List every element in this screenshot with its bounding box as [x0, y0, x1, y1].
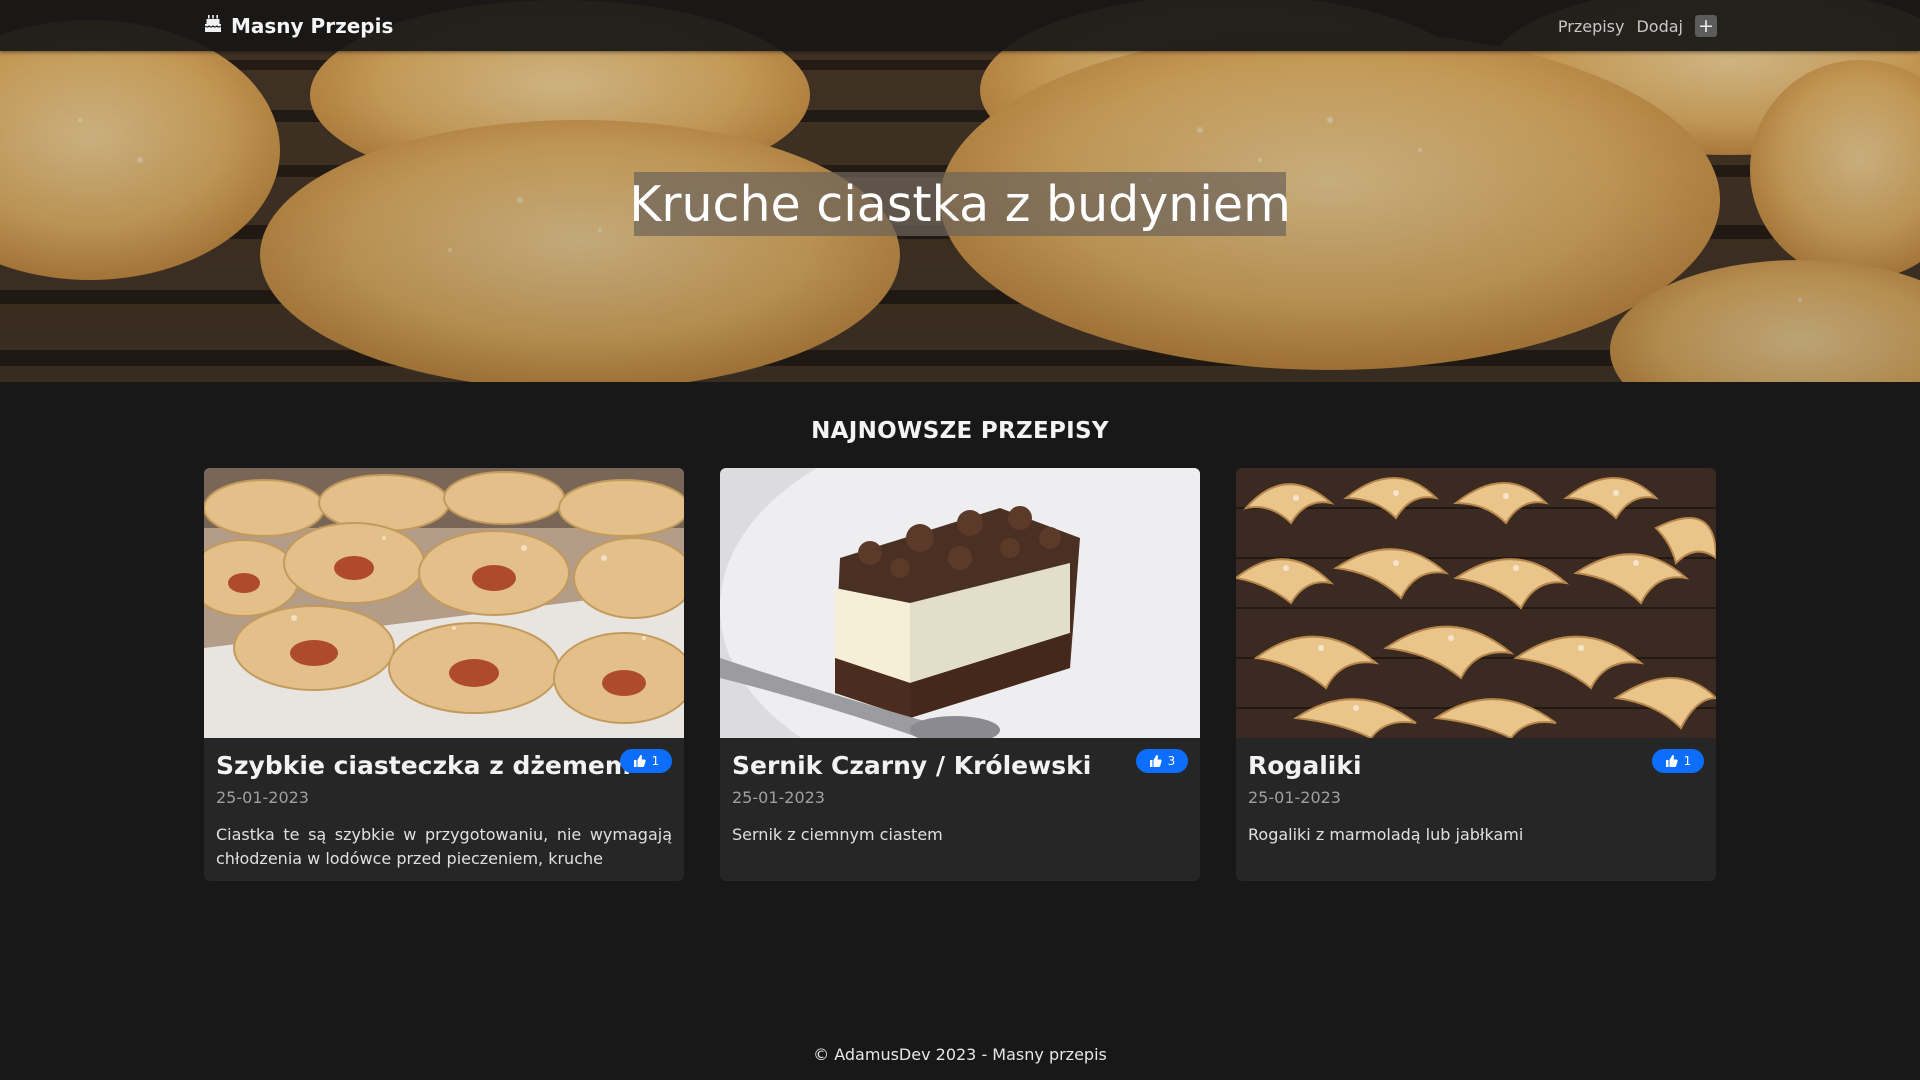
card-description: Ciastka te są szybkie w przygotowaniu, n… — [216, 825, 672, 868]
recipe-card[interactable]: Szybkie ciasteczka z dżemem 1 25-01-2023… — [204, 468, 684, 881]
section-title: NAJNOWSZE PRZEPISY — [811, 418, 1109, 444]
nav-links: Przepisy Dodaj + — [1558, 14, 1717, 38]
card-title[interactable]: Sernik Czarny / Królewski — [732, 749, 1188, 783]
nav-recipes-link[interactable]: Przepisy — [1558, 17, 1625, 36]
jam-rolls-photo — [204, 468, 684, 738]
plus-icon[interactable]: + — [1695, 15, 1717, 37]
likes-count: 3 — [1167, 754, 1176, 768]
cheesecake-photo — [720, 468, 1200, 738]
nav-add-link[interactable]: Dodaj — [1636, 17, 1683, 36]
card-date: 25-01-2023 — [1248, 788, 1341, 807]
navbar: Masny Przepis Przepisy Dodaj + — [0, 0, 1920, 51]
hero-banner: Kruche ciastka z budyniem — [0, 0, 1920, 382]
cake-icon — [204, 14, 222, 38]
card-date: 25-01-2023 — [732, 788, 825, 807]
hero-title: Kruche ciastka z budyniem — [629, 172, 1291, 236]
likes-count: 1 — [651, 754, 660, 768]
footer-text: © AdamusDev 2023 - Masny przepis — [813, 1045, 1107, 1064]
brand-link[interactable]: Masny Przepis — [204, 12, 393, 40]
thumbs-up-icon — [633, 755, 646, 767]
likes-badge: 1 — [620, 749, 672, 773]
likes-count: 1 — [1683, 754, 1692, 768]
croissants-photo — [1236, 468, 1716, 738]
card-title[interactable]: Szybkie ciasteczka z dżemem — [216, 749, 672, 783]
recipe-card[interactable]: Sernik Czarny / Królewski 3 25-01-2023 S… — [720, 468, 1200, 881]
card-date: 25-01-2023 — [216, 788, 309, 807]
card-description: Sernik z ciemnym ciastem — [732, 825, 943, 844]
card-description: Rogaliki z marmoladą lub jabłkami — [1248, 825, 1524, 844]
likes-badge: 1 — [1652, 749, 1704, 773]
brand-name: Masny Przepis — [231, 14, 394, 38]
recipe-card[interactable]: Rogaliki 1 25-01-2023 Rogaliki z marmola… — [1236, 468, 1716, 881]
likes-badge: 3 — [1136, 749, 1188, 773]
thumbs-up-icon — [1665, 755, 1678, 767]
thumbs-up-icon — [1149, 755, 1162, 767]
card-title[interactable]: Rogaliki — [1248, 749, 1704, 783]
